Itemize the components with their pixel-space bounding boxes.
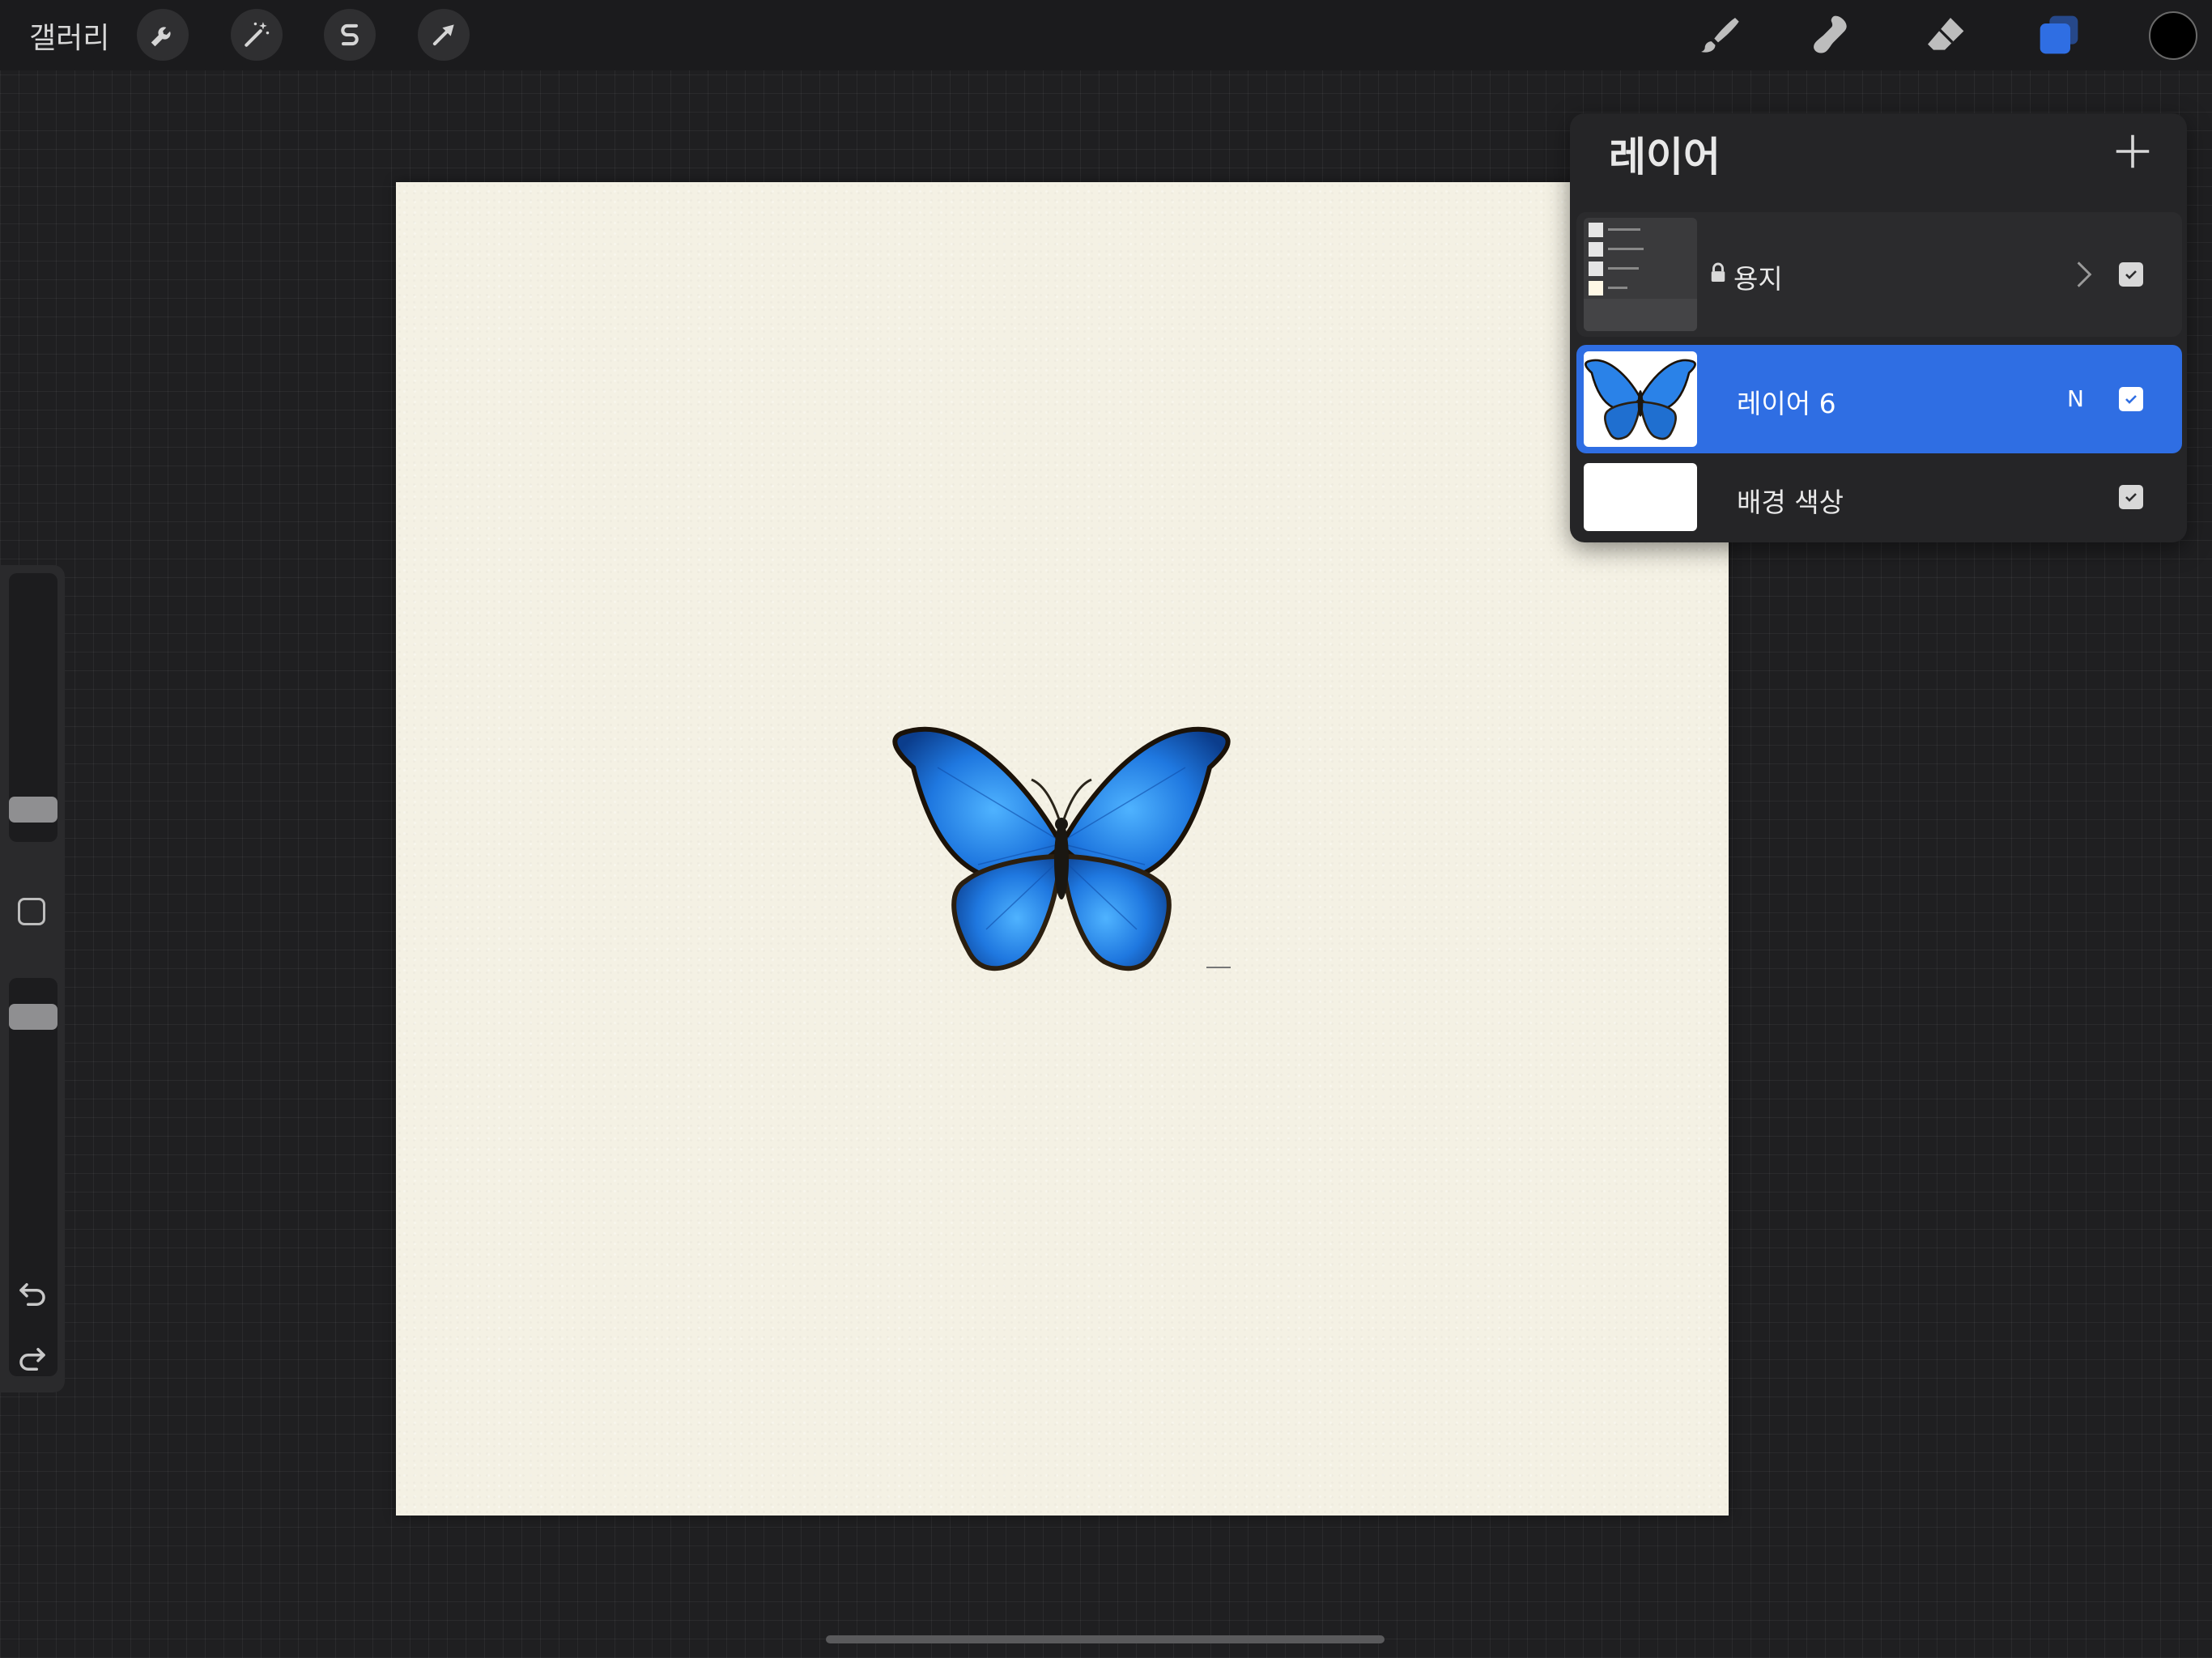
wrench-icon [151,27,171,47]
canvas-cursor-mark [1206,967,1231,968]
blend-mode-label[interactable]: N [2067,385,2084,412]
layer-thumbnail [1584,218,1697,331]
undo-icon[interactable] [15,1278,49,1312]
color-picker-swatch[interactable] [2149,11,2197,60]
layer-row-background-color[interactable]: 배경 색상 [1576,457,2182,538]
butterfly-artwork [892,726,1231,971]
top-toolbar: 갤러리 [0,0,2212,70]
adjustments-button[interactable] [231,9,283,61]
smudge-tool-button[interactable] [1803,6,1860,63]
chevron-right-icon[interactable] [2075,259,2093,290]
selection-button[interactable] [324,9,376,61]
home-indicator[interactable] [826,1635,1385,1643]
layers-button[interactable] [2031,6,2087,63]
layer-thumbnail [1584,351,1697,447]
layers-panel: 레이어 용지 레이어 6 N 배경 색상 [1570,113,2187,542]
layer-visibility-checkbox[interactable] [2119,387,2143,411]
checkmark-icon [2125,493,2137,502]
brush-tool-button[interactable] [1690,6,1746,63]
redo-icon[interactable] [15,1342,49,1376]
butterfly-thumbnail [1584,356,1697,442]
eraser-icon [1928,18,1964,50]
add-layer-icon[interactable] [2111,130,2155,173]
layer-name: 배경 색상 [1737,487,1844,518]
eraser-tool-button[interactable] [1916,6,1973,63]
gallery-button[interactable]: 갤러리 [29,15,109,57]
layer-visibility-checkbox[interactable] [2119,485,2143,509]
actions-button[interactable] [137,9,189,61]
layers-panel-title: 레이어 [1609,134,1721,181]
group-thumbnail-preview [1584,223,1697,331]
checkmark-icon [2125,395,2137,404]
modify-button[interactable] [18,898,45,925]
layer-row-paper-group[interactable]: 용지 [1576,212,2182,337]
brush-size-slider-thumb[interactable] [9,797,57,823]
lock-icon [1711,262,1725,282]
opacity-slider-thumb[interactable] [9,1004,57,1031]
smudge-icon [1814,15,1847,53]
move-arrow-icon [432,24,454,46]
checkmark-icon [2125,270,2137,279]
magic-wand-icon [245,22,270,47]
transform-button[interactable] [418,9,470,61]
opacity-slider[interactable] [9,978,57,1376]
layers-icon [2040,15,2078,54]
selection-s-icon [341,23,359,46]
layer-name: 용지 [1733,263,1783,295]
layer-thumbnail [1584,463,1697,531]
left-sidebar [0,565,65,1392]
layer-row-layer-6[interactable]: 레이어 6 N [1576,345,2182,453]
layer-name: 레이어 6 [1737,388,1836,419]
layer-visibility-checkbox[interactable] [2119,262,2143,287]
brush-icon [1701,18,1739,53]
